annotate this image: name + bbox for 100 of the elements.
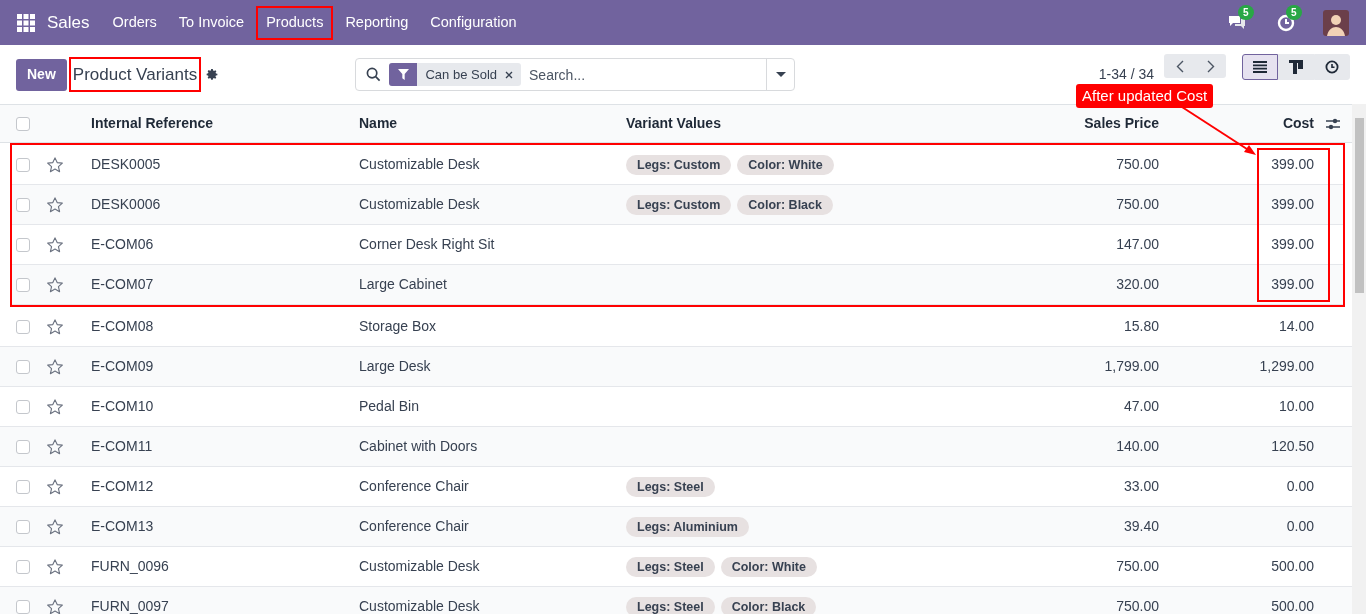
- filter-icon: [397, 69, 409, 80]
- table-cell-text: Conference Chair: [359, 517, 470, 536]
- table-cell-text: 750.00: [1115, 195, 1159, 214]
- star-icon[interactable]: [46, 477, 64, 496]
- star-icon[interactable]: [46, 357, 64, 376]
- table-cell-text: 147.00: [1115, 235, 1159, 254]
- table-cell-text: E-COM12: [91, 477, 155, 496]
- row-checkbox[interactable]: [16, 157, 30, 172]
- table-cell-text: E-COM06: [91, 235, 155, 254]
- star-icon[interactable]: [46, 317, 64, 336]
- variant-tag: Color: Black: [720, 596, 817, 614]
- star-icon[interactable]: [46, 235, 64, 254]
- select-all-checkbox[interactable]: [16, 116, 30, 131]
- table-cell-text: 47.00: [1122, 397, 1159, 416]
- variant-tag: Legs: Custom: [626, 154, 732, 175]
- new-button[interactable]: New: [16, 58, 67, 91]
- row-checkbox[interactable]: [16, 237, 30, 252]
- nav-menu-item[interactable]: Products: [256, 5, 334, 40]
- table-cell-text: FURN_0096: [91, 557, 170, 576]
- settings-icon[interactable]: [206, 68, 220, 81]
- kanban-view-icon: [1288, 59, 1304, 75]
- table-cell-text: 33.00: [1122, 477, 1159, 496]
- table-cell-text: 320.00: [1115, 275, 1159, 294]
- table-cell-text: E-COM13: [91, 517, 155, 536]
- close-icon[interactable]: [505, 70, 514, 79]
- view-switch-button[interactable]: [1242, 54, 1278, 80]
- search-field[interactable]: Can be Sold Search...: [355, 58, 796, 91]
- nav-menu-item[interactable]: Reporting: [335, 5, 419, 40]
- table-cell-text: 750.00: [1115, 155, 1159, 174]
- table-cell-text: 399.00: [1270, 275, 1314, 294]
- table-cell-text: Conference Chair: [359, 477, 470, 496]
- star-icon[interactable]: [46, 275, 64, 294]
- table-cell-text: FURN_0097: [91, 597, 170, 614]
- table-cell-text: 15.80: [1122, 317, 1159, 336]
- table-cell-text: 399.00: [1270, 235, 1314, 254]
- facet-label: Can be Sold: [424, 65, 499, 84]
- table-cell-text: 399.00: [1270, 155, 1314, 174]
- pager-label: 1-34 / 34: [1098, 65, 1154, 84]
- avatar-icon[interactable]: [1323, 9, 1349, 36]
- star-icon[interactable]: [46, 195, 64, 214]
- nav-menu-item[interactable]: Configuration: [420, 5, 527, 40]
- app-name[interactable]: Sales: [47, 9, 90, 36]
- table-cell-text: 399.00: [1270, 195, 1314, 214]
- column-header[interactable]: Internal Reference: [91, 113, 359, 134]
- table-cell-text: DESK0006: [91, 195, 162, 214]
- row-checkbox[interactable]: [16, 559, 30, 574]
- table-cell-text: 39.40: [1122, 517, 1159, 536]
- table-cell-text: 10.00: [1277, 397, 1314, 416]
- app-grid-icon[interactable]: [17, 13, 35, 32]
- table-cell-text: Large Cabinet: [359, 275, 448, 294]
- table-cell-text: 750.00: [1115, 597, 1159, 614]
- table-cell-text: 1,299.00: [1258, 357, 1314, 376]
- search-icon: [366, 67, 382, 82]
- variant-tag: Legs: Steel: [626, 556, 715, 577]
- row-checkbox[interactable]: [16, 319, 30, 334]
- variant-tag: Color: Black: [737, 194, 833, 215]
- table-cell-text: Customizable Desk: [359, 557, 481, 576]
- star-icon[interactable]: [46, 155, 64, 174]
- search-input[interactable]: Search...: [521, 59, 767, 90]
- column-settings-icon[interactable]: [1325, 116, 1341, 131]
- row-checkbox[interactable]: [16, 479, 30, 494]
- table-cell-text: DESK0005: [91, 155, 162, 174]
- filter-facet[interactable]: Can be Sold: [389, 63, 522, 86]
- column-header[interactable]: Sales Price: [999, 113, 1159, 134]
- clock-icon: [1325, 60, 1339, 74]
- column-header[interactable]: Cost: [1159, 113, 1314, 134]
- star-icon[interactable]: [46, 517, 64, 536]
- star-icon[interactable]: [46, 397, 64, 416]
- star-icon[interactable]: [46, 557, 64, 576]
- table-cell-text: Large Desk: [359, 357, 432, 376]
- star-icon[interactable]: [46, 597, 64, 614]
- table-cell-text: 0.00: [1285, 477, 1314, 496]
- row-checkbox[interactable]: [16, 359, 30, 374]
- table-cell-text: 140.00: [1115, 437, 1159, 456]
- table-cell-text: 750.00: [1115, 557, 1159, 576]
- table-cell-text: Corner Desk Right Sit: [359, 235, 496, 254]
- caret-icon[interactable]: [775, 71, 786, 78]
- table-cell-text: E-COM07: [91, 275, 155, 294]
- row-checkbox[interactable]: [16, 599, 30, 614]
- message-count-badge: 5: [1238, 4, 1254, 20]
- column-header[interactable]: Name: [359, 113, 626, 134]
- row-checkbox[interactable]: [16, 197, 30, 212]
- variant-tag: Legs: Aluminium: [626, 516, 749, 537]
- variant-tag: Legs: Custom: [626, 194, 732, 215]
- table-cell-text: E-COM10: [91, 397, 155, 416]
- row-checkbox[interactable]: [16, 277, 30, 292]
- table-cell-text: E-COM08: [91, 317, 155, 336]
- table-cell-text: 120.50: [1270, 437, 1314, 456]
- nav-menu-item[interactable]: To Invoice: [168, 5, 255, 40]
- table-cell-text: 1,799.00: [1103, 357, 1159, 376]
- variant-tag: Legs: Steel: [626, 596, 715, 614]
- star-icon[interactable]: [46, 437, 64, 456]
- variant-tag: Color: White: [720, 556, 817, 577]
- row-checkbox[interactable]: [16, 399, 30, 414]
- column-header[interactable]: Variant Values: [626, 113, 999, 134]
- table-cell-text: E-COM09: [91, 357, 155, 376]
- row-checkbox[interactable]: [16, 439, 30, 454]
- row-checkbox[interactable]: [16, 519, 30, 534]
- table-cell-text: Customizable Desk: [359, 597, 481, 614]
- nav-menu-item[interactable]: Orders: [102, 5, 167, 40]
